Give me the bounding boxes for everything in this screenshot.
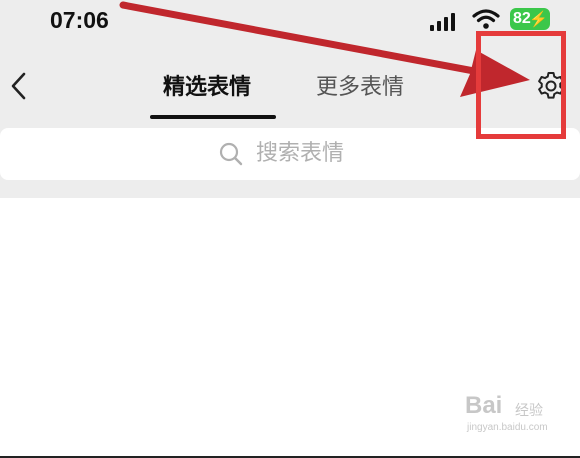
watermark-logo: Bai [465, 392, 503, 419]
watermark-cn-text: 经验 [515, 403, 543, 419]
watermark-url: jingyan.baidu.com [467, 422, 548, 433]
annotation-highlight-box [476, 31, 566, 139]
baidu-watermark: Bai 经验 jingyan.baidu.com [465, 392, 565, 442]
search-icon [219, 142, 243, 166]
search-placeholder: 搜索表情 [256, 141, 345, 166]
